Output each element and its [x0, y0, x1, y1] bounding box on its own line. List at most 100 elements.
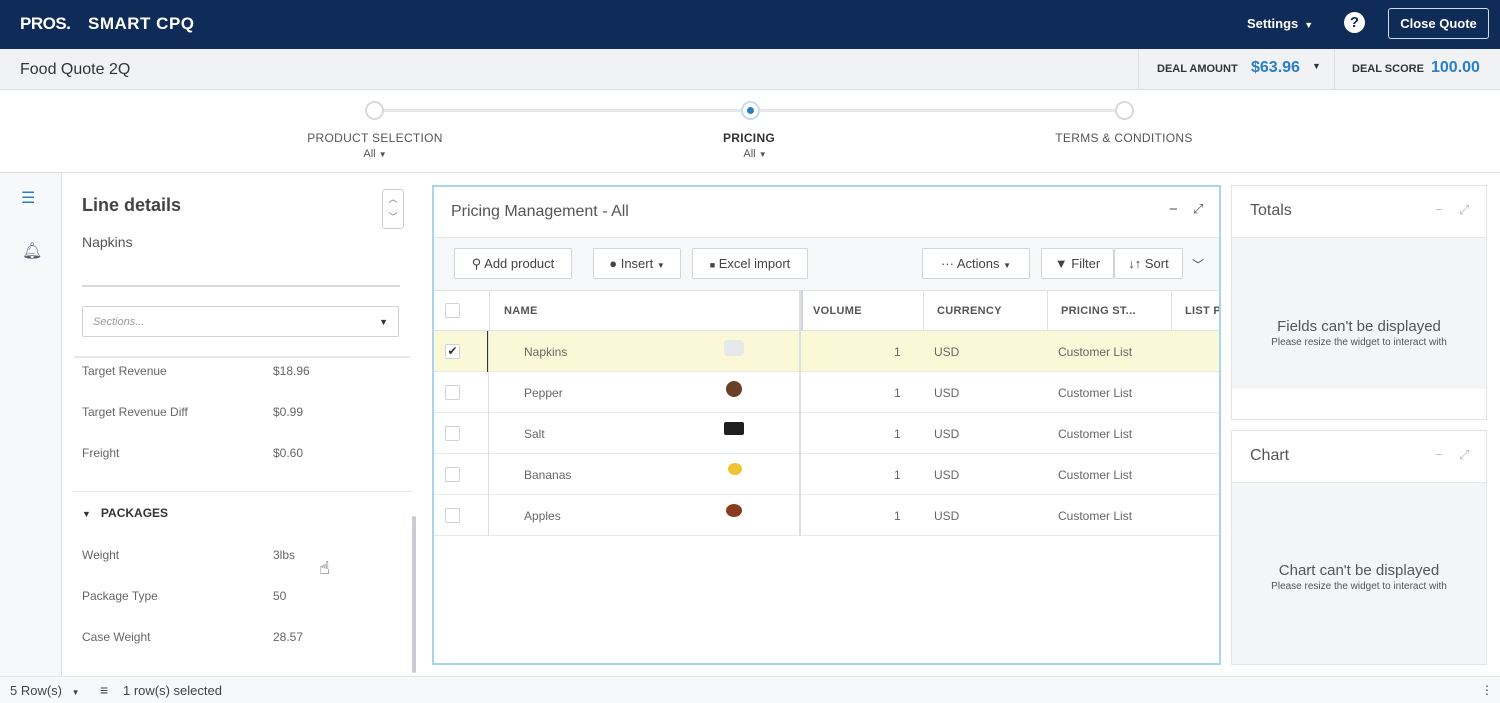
progress-steps: PRODUCT SELECTION All ▼ PRICING All ▼ TE… — [0, 90, 1500, 173]
column-header-currency[interactable]: CURRENCY — [923, 290, 1047, 331]
expand-icon[interactable]: ⤢ — [1193, 201, 1203, 217]
table-row[interactable]: Salt 1 USD Customer List — [434, 413, 1219, 454]
list-details-icon[interactable]: ☰ — [21, 188, 35, 208]
bell-icon[interactable]: 🔔︎ — [22, 241, 42, 261]
insert-button[interactable]: ● Insert ▼ — [593, 248, 681, 279]
row-checkbox[interactable] — [445, 508, 460, 523]
sections-dropdown[interactable]: Sections... ▼ — [82, 306, 399, 337]
caret-down-icon: ▼ — [378, 150, 387, 159]
chart-widget: Chart − ⤢ Chart can't be displayed Pleas… — [1231, 430, 1487, 665]
field-value: $18.96 — [273, 364, 310, 378]
row-checkbox[interactable] — [445, 385, 460, 400]
spreadsheet-icon: ■ — [709, 260, 716, 270]
expand-icon[interactable]: ⤢ — [1459, 447, 1469, 463]
cell-currency: USD — [934, 386, 960, 400]
row-checkbox[interactable] — [445, 426, 460, 441]
totals-sub: Please resize the widget to interact wit… — [1271, 337, 1447, 348]
pros-logo: PROS. — [20, 14, 71, 33]
product-thumbnail — [726, 381, 742, 397]
actions-button[interactable]: ··· Actions ▼ — [922, 248, 1030, 279]
column-header-name[interactable]: NAME — [489, 290, 801, 331]
deal-amount-box[interactable]: DEAL AMOUNT $63.96 ▼ — [1138, 49, 1334, 89]
minimize-icon[interactable]: − — [1435, 202, 1443, 217]
caret-down-icon: ▼ — [82, 509, 91, 519]
column-header-pricing-strategy[interactable]: PRICING ST... — [1047, 290, 1171, 331]
field-label: Package Type — [82, 589, 158, 603]
step-dot-terms[interactable] — [1115, 101, 1134, 120]
cell-name: Pepper — [524, 386, 563, 400]
selected-rows-label: 1 row(s) selected — [123, 683, 222, 698]
step-label-terms[interactable]: TERMS & CONDITIONS — [1024, 131, 1224, 145]
table-row[interactable]: Bananas 1 USD Customer List — [434, 454, 1219, 495]
packages-header: PACKAGES — [100, 506, 169, 520]
step-filter-value: All — [363, 148, 376, 160]
column-header-volume[interactable]: VOLUME — [801, 290, 923, 331]
scrollbar[interactable] — [412, 516, 416, 673]
column-header-list-price[interactable]: LIST PR — [1171, 290, 1219, 331]
cell-volume: 1 — [894, 509, 901, 523]
cell-name: Salt — [524, 427, 545, 441]
packages-section-toggle[interactable]: ▼ PACKAGES — [82, 506, 168, 520]
row-checkbox[interactable] — [445, 467, 460, 482]
cell-name: Napkins — [524, 345, 568, 359]
filter-button[interactable]: ▼ Filter — [1041, 248, 1114, 279]
sort-button[interactable]: ↓↑ Sort — [1114, 248, 1183, 279]
settings-label: Settings — [1247, 16, 1299, 31]
filter-icon: ▼ — [1054, 256, 1068, 271]
step-dot-product-selection[interactable] — [365, 101, 384, 120]
step-filter-pricing[interactable]: All ▼ — [715, 148, 795, 160]
table-row[interactable]: Apples 1 USD Customer List — [434, 495, 1219, 536]
field-value: 28.57 — [273, 630, 304, 644]
rows-count-dropdown[interactable]: 5 Row(s) ▼ — [10, 683, 80, 698]
filter-label: Filter — [1071, 256, 1101, 271]
cell-volume: 1 — [894, 468, 901, 482]
minimize-icon[interactable]: − — [1169, 201, 1178, 218]
table-row[interactable]: ✔ Napkins 1 USD Customer List — [434, 331, 1219, 372]
step-track — [383, 109, 741, 112]
divider — [74, 356, 410, 358]
chart-sub: Please resize the widget to interact wit… — [1271, 581, 1447, 592]
totals-title: Totals — [1250, 202, 1292, 219]
status-footer: 5 Row(s) ▼ ≡ 1 row(s) selected ⋮ — [0, 676, 1500, 703]
line-nav-updown[interactable]: ︿ ﹀ — [382, 189, 404, 229]
close-quote-button[interactable]: Close Quote — [1388, 8, 1489, 39]
product-thumbnail — [728, 463, 742, 475]
help-icon[interactable]: ? — [1344, 12, 1365, 33]
deal-amount-value: $63.96 — [1251, 59, 1300, 76]
deal-score-value: 100.00 — [1431, 59, 1480, 76]
add-product-button[interactable]: ⚲ Add product — [454, 248, 572, 279]
step-label-pricing[interactable]: PRICING — [649, 131, 849, 145]
excel-import-button[interactable]: ■ Excel import — [692, 248, 808, 279]
plus-circle-icon: ● — [609, 256, 618, 271]
chevron-down-icon[interactable]: ﹀ — [1192, 256, 1204, 273]
step-filter-value: All — [743, 148, 756, 160]
settings-menu[interactable]: Settings ▼ — [1247, 16, 1313, 31]
cell-pricing-strategy: Customer List — [1058, 345, 1133, 359]
chart-body: Chart can't be displayed Please resize t… — [1232, 482, 1486, 664]
row-checkbox[interactable]: ✔ — [445, 344, 460, 359]
left-rail: ☰ 🔔︎ — [0, 173, 62, 676]
more-vertical-icon[interactable]: ⋮ — [1481, 683, 1493, 697]
field-value: $0.60 — [273, 446, 304, 460]
sections-placeholder: Sections... — [93, 316, 145, 328]
table-row[interactable]: Pepper 1 USD Customer List — [434, 372, 1219, 413]
chevron-up-icon[interactable]: ︿ — [383, 190, 403, 208]
select-all-checkbox[interactable] — [445, 303, 460, 318]
expand-icon[interactable]: ⤢ — [1459, 202, 1469, 218]
minimize-icon[interactable]: − — [1435, 447, 1443, 462]
chevron-down-icon[interactable]: ﹀ — [383, 208, 403, 226]
field-value: $0.99 — [273, 405, 304, 419]
caret-down-icon[interactable]: ▼ — [1312, 61, 1321, 71]
header-select-all[interactable] — [434, 290, 489, 331]
deal-score-box: DEAL SCORE 100.00 — [1334, 49, 1500, 89]
cell-pricing-strategy: Customer List — [1058, 509, 1133, 523]
line-details-product: Napkins — [82, 234, 133, 250]
step-filter-product-selection[interactable]: All ▼ — [335, 148, 415, 160]
caret-down-icon: ▼ — [1304, 20, 1314, 30]
app-name: SMART CPQ — [88, 14, 195, 33]
deal-score-label: DEAL SCORE — [1352, 63, 1424, 75]
step-dot-pricing[interactable] — [741, 101, 760, 120]
frozen-column-divider[interactable] — [799, 290, 801, 536]
divider — [72, 491, 412, 492]
step-label-product-selection[interactable]: PRODUCT SELECTION — [275, 131, 475, 145]
